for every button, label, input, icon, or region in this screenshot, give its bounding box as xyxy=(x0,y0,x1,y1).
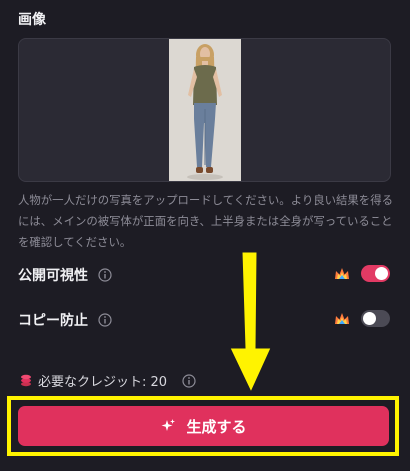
public-visibility-row: 公開可視性 xyxy=(18,263,390,285)
copy-protection-label: コピー防止 xyxy=(18,313,88,329)
annotation-arrow xyxy=(229,252,272,394)
info-icon[interactable] xyxy=(98,268,112,282)
public-visibility-toggle[interactable] xyxy=(361,265,390,282)
credits-label: 必要なクレジット: 20 xyxy=(38,375,168,390)
coins-icon xyxy=(21,374,31,387)
copy-protection-row: コピー防止 xyxy=(18,308,390,330)
generate-button[interactable]: 生成する xyxy=(18,406,389,446)
info-icon[interactable] xyxy=(182,374,196,388)
premium-crown-icon xyxy=(335,268,349,279)
upload-help-text: 人物が一人だけの写真をアップロードしてください。より良い結果を得るには、メインの… xyxy=(18,193,393,249)
generate-button-label: 生成する xyxy=(186,417,247,436)
uploaded-image-panel[interactable] xyxy=(18,38,391,182)
premium-crown-icon xyxy=(335,313,349,324)
copy-protection-toggle[interactable] xyxy=(361,310,390,327)
public-visibility-label: 公開可視性 xyxy=(18,268,88,284)
info-icon[interactable] xyxy=(98,313,112,327)
uploaded-photo xyxy=(169,39,241,181)
image-section-title: 画像 xyxy=(18,12,46,28)
sparkle-icon xyxy=(161,419,176,431)
